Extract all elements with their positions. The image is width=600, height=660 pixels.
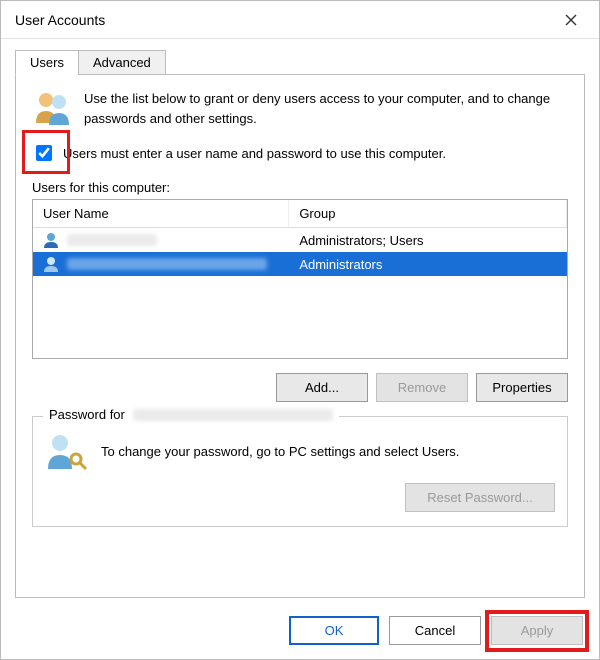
password-legend: Password for (43, 407, 339, 422)
dialog-footer: OK Cancel Apply (1, 606, 599, 659)
table-row[interactable]: Administrators (33, 252, 567, 276)
username-redacted (67, 234, 157, 246)
password-groupbox: Password for To change your password, go… (32, 416, 568, 527)
cancel-button[interactable]: Cancel (389, 616, 481, 645)
user-buttons-row: Add... Remove Properties (32, 373, 568, 402)
intro-row: Use the list below to grant or deny user… (32, 89, 568, 128)
titlebar: User Accounts (1, 1, 599, 39)
ok-button[interactable]: OK (289, 616, 379, 645)
group-cell: Administrators; Users (289, 228, 567, 252)
require-password-row: Users must enter a user name and passwor… (32, 142, 568, 164)
intro-text: Use the list below to grant or deny user… (84, 89, 568, 128)
window-title: User Accounts (15, 12, 551, 28)
table-header: User Name Group (33, 200, 567, 228)
username-redacted (67, 258, 267, 270)
tab-strip: Users Advanced (15, 50, 585, 75)
close-icon (565, 14, 577, 26)
close-button[interactable] (551, 5, 591, 35)
add-button[interactable]: Add... (276, 373, 368, 402)
table-row[interactable]: Administrators; Users (33, 228, 567, 252)
users-heads-icon (32, 89, 72, 125)
users-table: User Name Group Administrators; Users (32, 199, 568, 359)
user-row-icon (43, 232, 61, 248)
remove-button: Remove (376, 373, 468, 402)
password-text: To change your password, go to PC settin… (101, 444, 459, 459)
properties-button[interactable]: Properties (476, 373, 568, 402)
tab-users[interactable]: Users (15, 50, 79, 75)
user-row-icon (43, 256, 61, 272)
user-key-icon (45, 431, 87, 471)
group-cell: Administrators (289, 252, 567, 276)
apply-button: Apply (491, 616, 583, 645)
users-for-label: Users for this computer: (32, 180, 568, 195)
user-accounts-window: User Accounts Users Advanced Use the lis… (0, 0, 600, 660)
password-legend-text: Password for (49, 407, 125, 422)
require-password-label: Users must enter a user name and passwor… (63, 146, 446, 161)
content-area: Users Advanced Use the list below to gra… (1, 39, 599, 606)
col-username[interactable]: User Name (33, 200, 289, 227)
reset-password-button: Reset Password... (405, 483, 555, 512)
tab-panel-users: Use the list below to grant or deny user… (15, 74, 585, 598)
require-password-checkbox[interactable] (36, 145, 52, 161)
password-user-redacted (133, 409, 333, 421)
tab-advanced[interactable]: Advanced (78, 50, 166, 75)
col-group[interactable]: Group (289, 200, 567, 227)
